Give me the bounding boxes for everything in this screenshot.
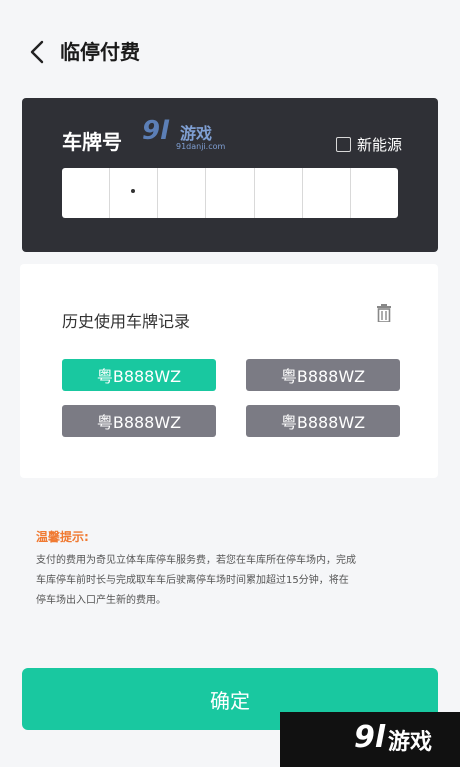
plate-cell-2[interactable] bbox=[110, 168, 159, 218]
tips-title: 温馨提示: bbox=[36, 530, 89, 544]
header: 临停付费 bbox=[0, 0, 460, 104]
history-card: 历史使用车牌记录 粤B888WZ 粤B888WZ 粤B888WZ 粤B888WZ bbox=[20, 264, 438, 478]
trash-icon[interactable] bbox=[376, 304, 392, 323]
history-plate-chip[interactable]: 粤B888WZ bbox=[246, 359, 400, 391]
plate-label: 车牌号 bbox=[62, 130, 122, 154]
plate-cell-1[interactable] bbox=[62, 168, 111, 218]
tips-line: 车库停车前时长与完成取车车后驶离停车场时间累加超过15分钟，将在 bbox=[36, 575, 349, 586]
plate-cell-4[interactable] bbox=[206, 168, 255, 218]
watermark-logo: 9l 游戏 bbox=[280, 712, 460, 767]
new-energy-label: 新能源 bbox=[357, 136, 403, 154]
back-arrow-icon[interactable] bbox=[26, 38, 50, 66]
new-energy-checkbox[interactable] bbox=[336, 137, 351, 152]
tips-line: 停车场出入口产生新的费用。 bbox=[36, 595, 166, 606]
history-plate-chip[interactable]: 粤B888WZ bbox=[62, 359, 216, 391]
plate-cell-6[interactable] bbox=[303, 168, 351, 218]
history-title: 历史使用车牌记录 bbox=[62, 312, 191, 331]
watermark-logo: 9l 游戏 91danji.com bbox=[142, 116, 226, 151]
plate-number-input[interactable] bbox=[62, 168, 398, 218]
page-title: 临停付费 bbox=[60, 40, 140, 64]
plate-cell-3[interactable] bbox=[158, 168, 207, 218]
history-plate-chip[interactable]: 粤B888WZ bbox=[246, 405, 400, 437]
tips-line: 支付的费用为奇见立体车库停车服务费，若您在车库所在停车场内，完成 bbox=[36, 555, 356, 566]
history-plate-chip[interactable]: 粤B888WZ bbox=[62, 405, 216, 437]
plate-separator-dot bbox=[130, 189, 135, 193]
plate-cell-7[interactable] bbox=[351, 168, 398, 218]
new-energy-toggle[interactable]: 新能源 bbox=[336, 134, 402, 155]
plate-cell-5[interactable] bbox=[255, 168, 303, 218]
plate-card: 车牌号 9l 游戏 91danji.com 新能源 bbox=[22, 98, 438, 252]
tips-body: 支付的费用为奇见立体车库停车服务费，若您在车库所在停车场内，完成 车库停车前时长… bbox=[36, 551, 426, 611]
